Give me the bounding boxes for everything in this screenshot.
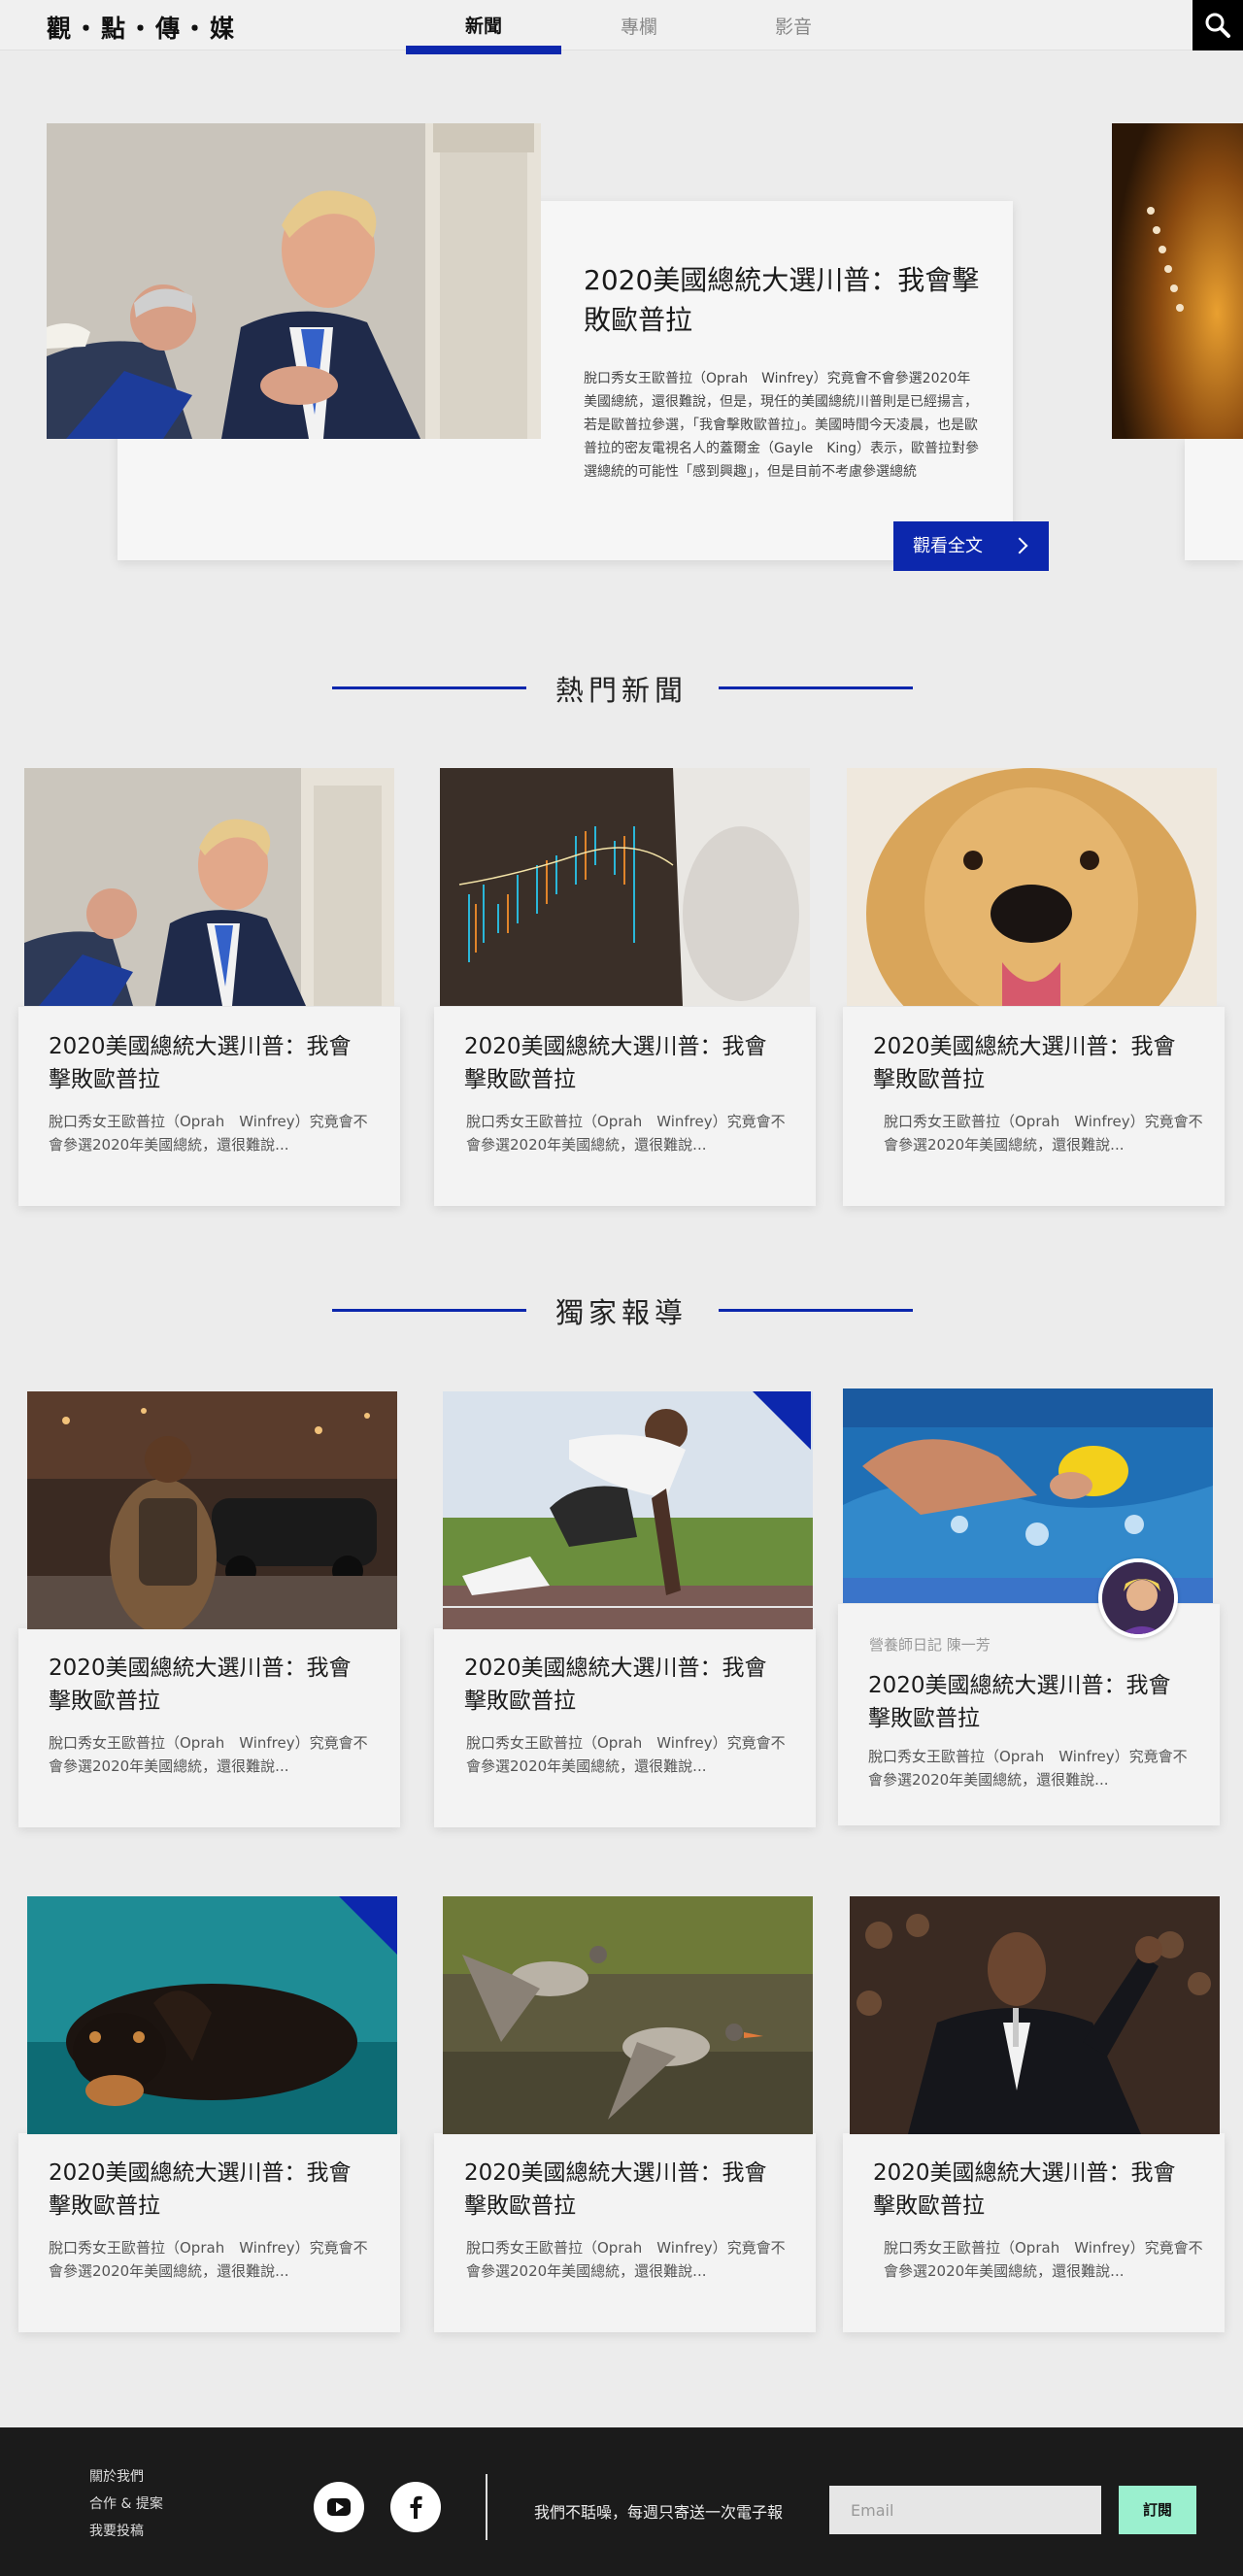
facebook-button[interactable] xyxy=(390,2482,441,2532)
section-divider-left xyxy=(332,686,526,689)
section-divider-right xyxy=(719,686,913,689)
chevron-right-icon xyxy=(1011,537,1028,554)
news-card-excerpt: 脫口秀女王歐普拉（Oprah Winfrey）究竟會不會參選2020年美國總統，… xyxy=(49,2239,368,2280)
news-card-title[interactable]: 2020美國總統大選川普：我會擊敗歐普拉 xyxy=(49,1652,369,1718)
read-more-button[interactable]: 觀看全文 xyxy=(893,521,1049,571)
news-card-image[interactable] xyxy=(24,768,394,1006)
hero-excerpt: 脫口秀女王歐普拉（Oprah Winfrey）究竟會不會參選2020年美國總統，… xyxy=(584,371,980,480)
tab-columns[interactable]: 專欄 xyxy=(561,0,717,54)
hero-next-panel xyxy=(1185,439,1243,560)
section-divider-left xyxy=(332,1309,526,1312)
bookmark-corner xyxy=(339,1896,397,1955)
news-card-image[interactable] xyxy=(443,1896,813,2134)
email-field[interactable] xyxy=(829,2486,1101,2534)
search-icon xyxy=(1205,13,1230,38)
read-more-label: 觀看全文 xyxy=(913,536,983,556)
section-divider-right xyxy=(719,1309,913,1312)
newsletter-text: 我們不聒噪，每週只寄送一次電子報 xyxy=(534,2503,784,2522)
news-card-image[interactable] xyxy=(847,768,1217,1006)
news-card-excerpt: 脫口秀女王歐普拉（Oprah Winfrey）究竟會不會參選2020年美國總統，… xyxy=(884,1113,1203,1154)
news-card-excerpt: 脫口秀女王歐普拉（Oprah Winfrey）究竟會不會參選2020年美國總統，… xyxy=(49,1734,368,1775)
hero-image[interactable] xyxy=(47,123,541,439)
section-title: 獨家報導 xyxy=(554,1296,688,1329)
search-button[interactable] xyxy=(1193,0,1243,50)
news-card-excerpt: 脫口秀女王歐普拉（Oprah Winfrey）究竟會不會參選2020年美國總統，… xyxy=(466,2239,786,2280)
news-card-title[interactable]: 2020美國總統大選川普：我會擊敗歐普拉 xyxy=(464,2157,785,2223)
news-card-excerpt: 脫口秀女王歐普拉（Oprah Winfrey）究竟會不會參選2020年美國總統，… xyxy=(466,1113,786,1154)
author-name[interactable]: 營養師日記 陳一芳 xyxy=(869,1634,991,1655)
section-exclusive: 獨家報導 xyxy=(0,1290,1243,1329)
section-title: 熱門新聞 xyxy=(554,674,688,707)
news-card-image[interactable] xyxy=(27,1391,397,1629)
bookmark-corner xyxy=(753,1391,811,1450)
news-card-title[interactable]: 2020美國總統大選川普：我會擊敗歐普拉 xyxy=(873,1030,1193,1096)
news-card-image[interactable] xyxy=(440,768,810,1006)
footer-divider xyxy=(486,2474,487,2540)
news-card-excerpt: 脫口秀女王歐普拉（Oprah Winfrey）究竟會不會參選2020年美國總統，… xyxy=(868,1748,1188,1789)
youtube-icon xyxy=(327,2498,351,2516)
hero-title[interactable]: 2020美國總統大選川普：我會擊敗歐普拉 xyxy=(584,260,991,340)
news-card-title[interactable]: 2020美國總統大選川普：我會擊敗歐普拉 xyxy=(873,2157,1193,2223)
footer-link-submit[interactable]: 我要投稿 xyxy=(89,2521,144,2540)
news-card-excerpt: 脫口秀女王歐普拉（Oprah Winfrey）究竟會不會參選2020年美國總統，… xyxy=(49,1113,368,1154)
site-header: 觀‧點‧傳‧媒 新聞 專欄 影音 xyxy=(0,0,1243,54)
facebook-icon xyxy=(410,2495,422,2519)
footer-link-about[interactable]: 關於我們 xyxy=(89,2466,144,2486)
news-card-title[interactable]: 2020美國總統大選川普：我會擊敗歐普拉 xyxy=(868,1669,1189,1735)
news-card-title[interactable]: 2020美國總統大選川普：我會擊敗歐普拉 xyxy=(49,1030,369,1096)
news-card-image[interactable] xyxy=(850,1896,1220,2134)
news-card-excerpt: 脫口秀女王歐普拉（Oprah Winfrey）究竟會不會參選2020年美國總統，… xyxy=(466,1734,786,1775)
tab-video[interactable]: 影音 xyxy=(716,0,871,54)
tab-news[interactable]: 新聞 xyxy=(406,0,561,54)
footer-link-partnership[interactable]: 合作 & 提案 xyxy=(89,2493,163,2513)
news-card-excerpt: 脫口秀女王歐普拉（Oprah Winfrey）究竟會不會參選2020年美國總統，… xyxy=(884,2239,1203,2280)
news-card-title[interactable]: 2020美國總統大選川普：我會擊敗歐普拉 xyxy=(49,2157,369,2223)
news-card-title[interactable]: 2020美國總統大選川普：我會擊敗歐普拉 xyxy=(464,1652,785,1718)
youtube-button[interactable] xyxy=(314,2482,364,2532)
site-logo[interactable]: 觀‧點‧傳‧媒 xyxy=(47,10,237,45)
author-avatar[interactable] xyxy=(1098,1558,1178,1638)
subscribe-button[interactable]: 訂閱 xyxy=(1119,2486,1196,2534)
hero-next-image[interactable] xyxy=(1112,123,1243,439)
section-hot-news: 熱門新聞 xyxy=(0,668,1243,707)
news-card-title[interactable]: 2020美國總統大選川普：我會擊敗歐普拉 xyxy=(464,1030,785,1096)
